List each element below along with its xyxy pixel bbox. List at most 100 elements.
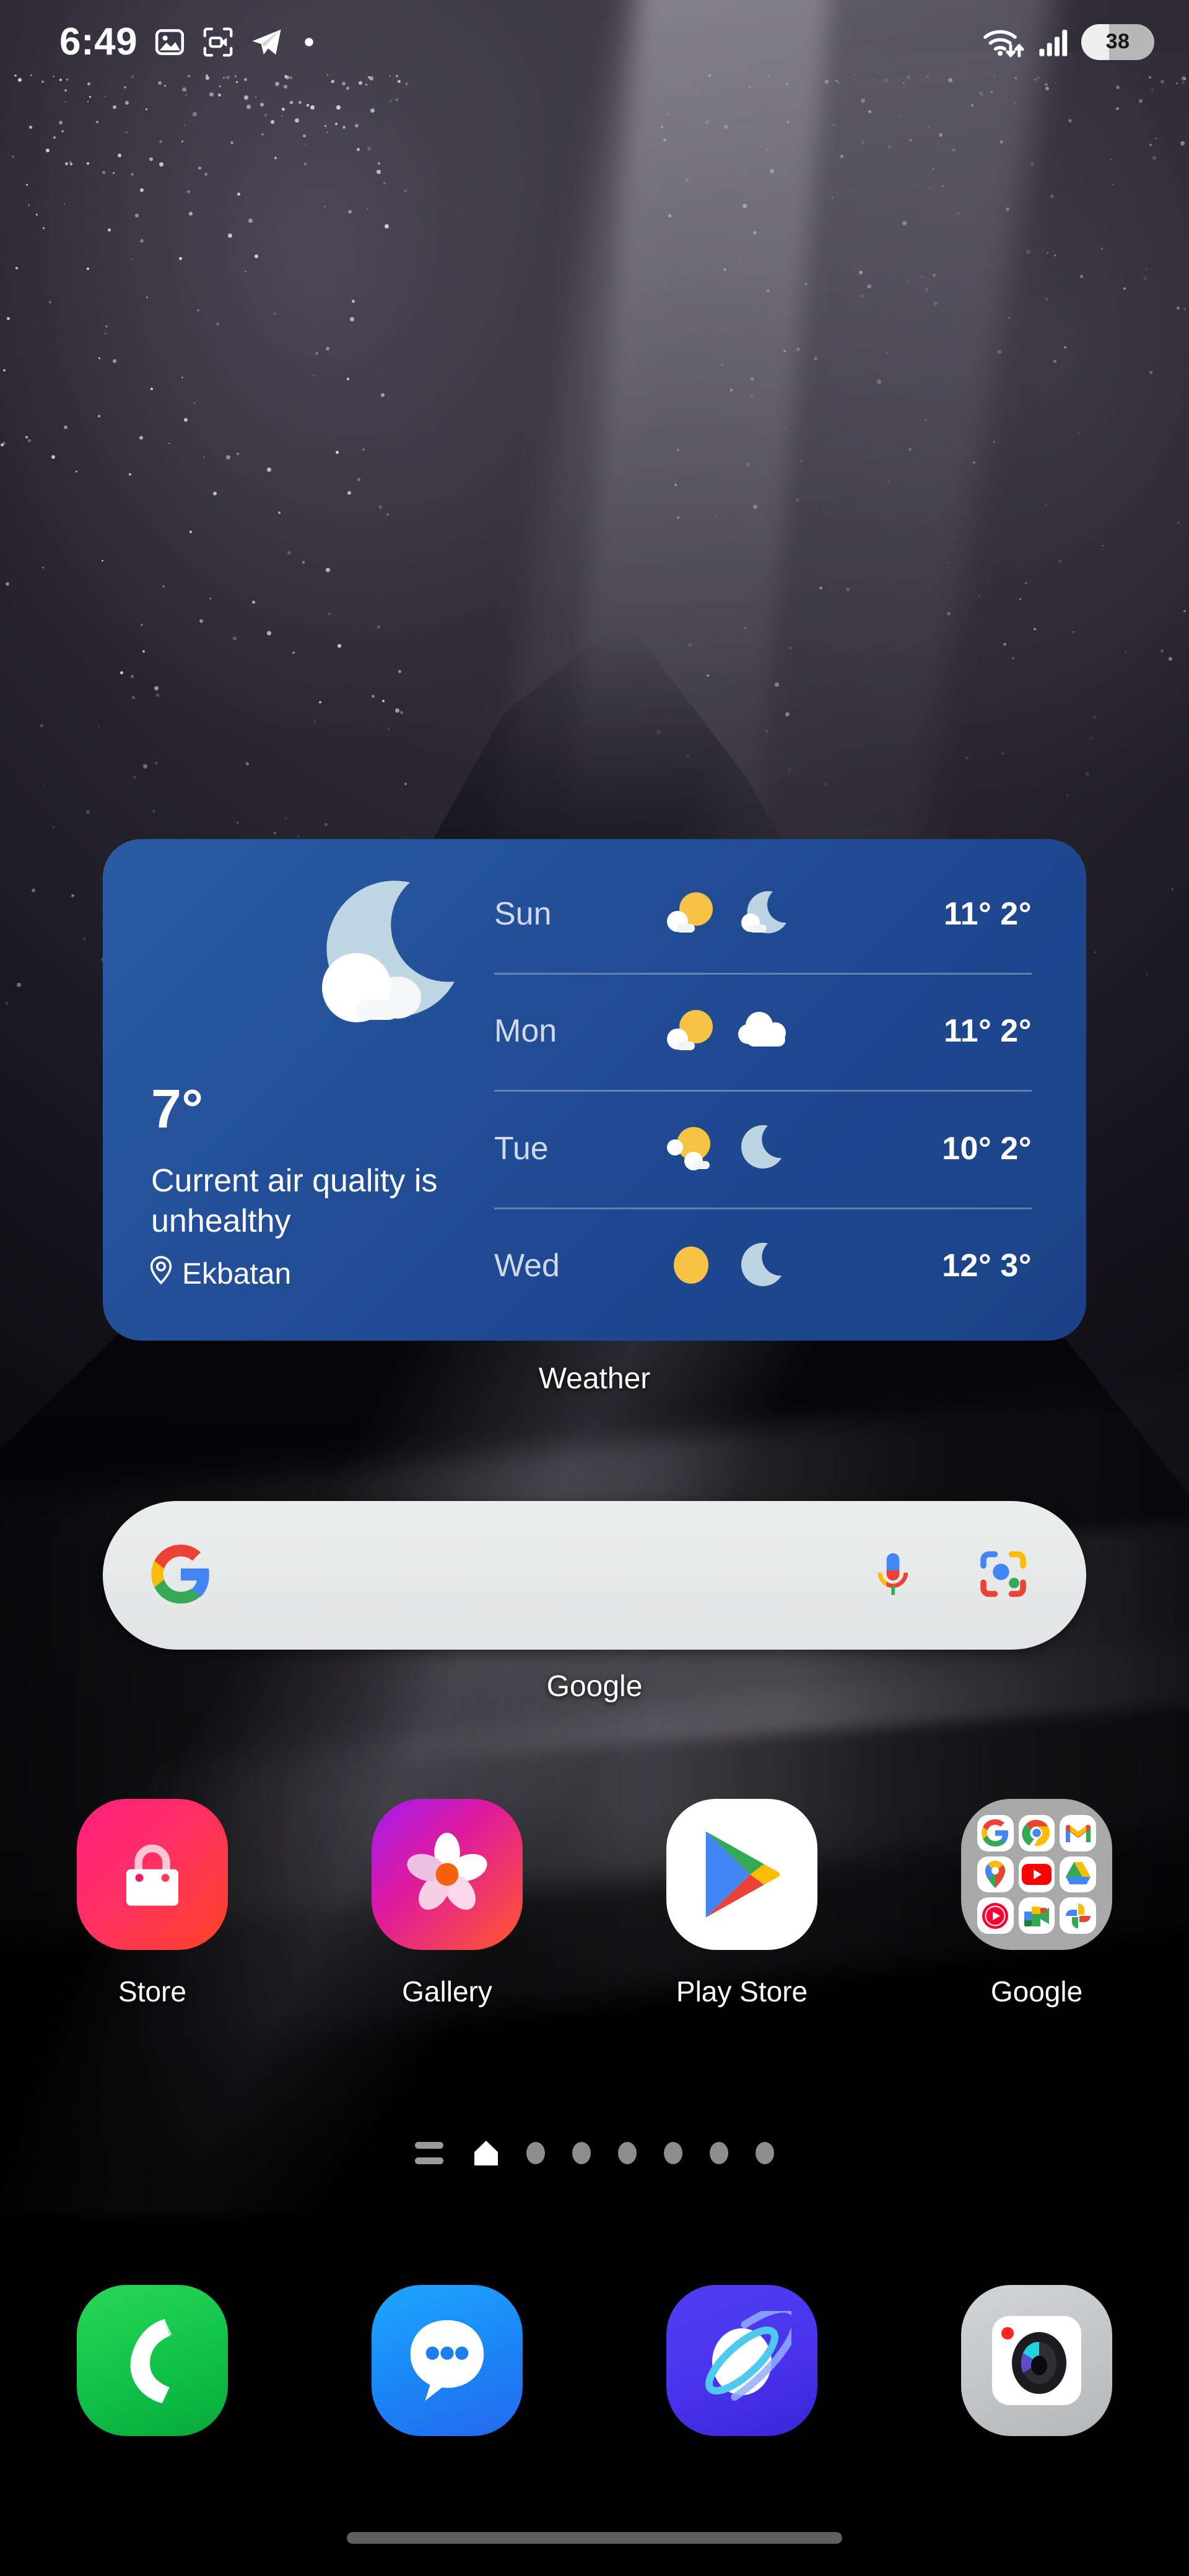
google-folder-icon[interactable] [961,1799,1112,1950]
weather-widget[interactable]: 7° Current air quality is unhealthy Ekba… [103,839,1086,1341]
google-drive-icon[interactable] [1060,1856,1096,1893]
dock [59,2285,1130,2436]
app-label: Store [118,1975,186,2008]
forecast-low: 2° [1000,1130,1032,1167]
google-photos-icon[interactable] [1060,1897,1096,1934]
weather-forecast-list: Sun 11° 2° Mon 11° 2° Tue 10° 2° Wed 12°… [487,839,1086,1341]
dock-browser[interactable] [649,2285,835,2436]
forecast-temps: 11° 2° [829,1012,1032,1050]
status-bar[interactable]: 6:49 38 [0,0,1189,84]
sun-cloud-icon [661,1006,721,1057]
moon-cloud-icon [289,876,468,1031]
dot-notification-icon [300,33,318,51]
google-search-container[interactable]: Google [103,1501,1086,1704]
screen-record-notification-icon [202,26,234,58]
app-label: Google [990,1975,1083,2008]
weather-location: Ekbatan [149,1255,291,1292]
google-g-icon [149,1542,213,1609]
forecast-high: 11° [944,895,992,932]
forecast-low: 3° [1000,1248,1032,1284]
weather-widget-label: Weather [538,1362,651,1395]
app-list-icon[interactable] [415,2142,443,2164]
forecast-temps: 12° 3° [829,1247,1032,1284]
image-notification-icon [154,26,186,58]
sun-icon [661,1240,721,1292]
page-dot[interactable] [618,2142,637,2164]
forecast-high: 10° [942,1130,992,1167]
youtube-music-icon[interactable] [977,1897,1014,1934]
app-play-store[interactable]: Play Store [649,1799,835,2008]
sun-cloud-icon [661,1123,721,1174]
telegram-notification-icon [250,25,284,59]
home-screen: 6:49 38 7° Current air quality is unheal… [0,0,1189,2576]
forecast-day: Sun [494,895,552,932]
cloud-icon [734,1006,791,1057]
app-grid: Store Gallery Play Store Google [59,1799,1130,2008]
app-folder-google[interactable]: Google [944,1799,1130,2008]
wifi-icon [981,23,1027,61]
forecast-low: 2° [1000,895,1032,932]
navigation-bar [0,2483,1189,2576]
page-dot[interactable] [526,2142,545,2164]
store-bag-icon[interactable] [77,1799,228,1950]
page-dot[interactable] [710,2142,728,2164]
status-bar-clock: 6:49 [59,20,138,63]
google-lens-icon[interactable] [973,1544,1033,1607]
forecast-high: 12° [942,1248,992,1284]
messages-icon[interactable] [372,2285,523,2436]
forecast-row[interactable]: Mon 11° 2° [494,972,1032,1090]
page-indicator[interactable] [0,2139,1189,2167]
sun-cloud-icon [661,888,721,939]
google-meet-icon[interactable] [1018,1897,1055,1934]
weather-current-panel[interactable]: 7° Current air quality is unhealthy Ekba… [103,839,487,1341]
app-store[interactable]: Store [59,1799,245,2008]
page-dot[interactable] [572,2142,591,2164]
gallery-flower-icon[interactable] [372,1799,523,1950]
phone-icon[interactable] [77,2285,228,2436]
app-label: Gallery [402,1975,492,2008]
cellular-signal-icon [1038,26,1070,58]
google-maps-icon[interactable] [977,1856,1014,1893]
google-search-label: Google [546,1670,643,1703]
page-dot[interactable] [664,2142,682,2164]
battery-icon: 38 [1081,24,1154,60]
gesture-handle[interactable] [347,2532,842,2544]
forecast-low: 2° [1000,1013,1032,1050]
chrome-icon[interactable] [1018,1815,1055,1852]
battery-percent: 38 [1105,30,1130,53]
home-icon[interactable] [473,2139,499,2167]
forecast-temps: 11° 2° [829,895,1032,933]
camera-icon[interactable] [961,2285,1112,2436]
moon-cloud-icon [734,888,791,939]
dock-messages[interactable] [354,2285,540,2436]
location-pin-icon [149,1255,173,1292]
forecast-icons [661,888,829,939]
location-name: Ekbatan [182,1257,292,1290]
forecast-day: Wed [494,1248,560,1284]
gmail-icon[interactable] [1060,1815,1096,1852]
app-gallery[interactable]: Gallery [354,1799,540,2008]
current-temperature: 7° [151,1078,204,1139]
browser-planet-icon[interactable] [666,2285,817,2436]
forecast-row[interactable]: Tue 10° 2° [494,1090,1032,1208]
microphone-icon[interactable] [865,1546,921,1606]
forecast-temps: 10° 2° [829,1130,1032,1167]
play-store-icon[interactable] [666,1799,817,1950]
forecast-high: 11° [944,1013,992,1050]
moon-icon [734,1240,786,1292]
dock-phone[interactable] [59,2285,245,2436]
google-app-icon[interactable] [977,1815,1014,1852]
forecast-day: Mon [494,1013,557,1050]
forecast-row[interactable]: Wed 12° 3° [494,1207,1032,1325]
dock-camera[interactable] [944,2285,1130,2436]
air-quality-text: Current air quality is unhealthy [151,1163,438,1239]
page-dot[interactable] [756,2142,774,2164]
youtube-icon[interactable] [1018,1856,1055,1893]
app-label: Play Store [676,1975,808,2008]
search-input[interactable] [103,1501,1086,1650]
forecast-row[interactable]: Sun 11° 2° [494,855,1032,973]
moon-icon [734,1123,786,1174]
weather-widget-container[interactable]: 7° Current air quality is unhealthy Ekba… [103,839,1086,1396]
forecast-icons [661,1006,829,1057]
forecast-icons [661,1123,829,1174]
